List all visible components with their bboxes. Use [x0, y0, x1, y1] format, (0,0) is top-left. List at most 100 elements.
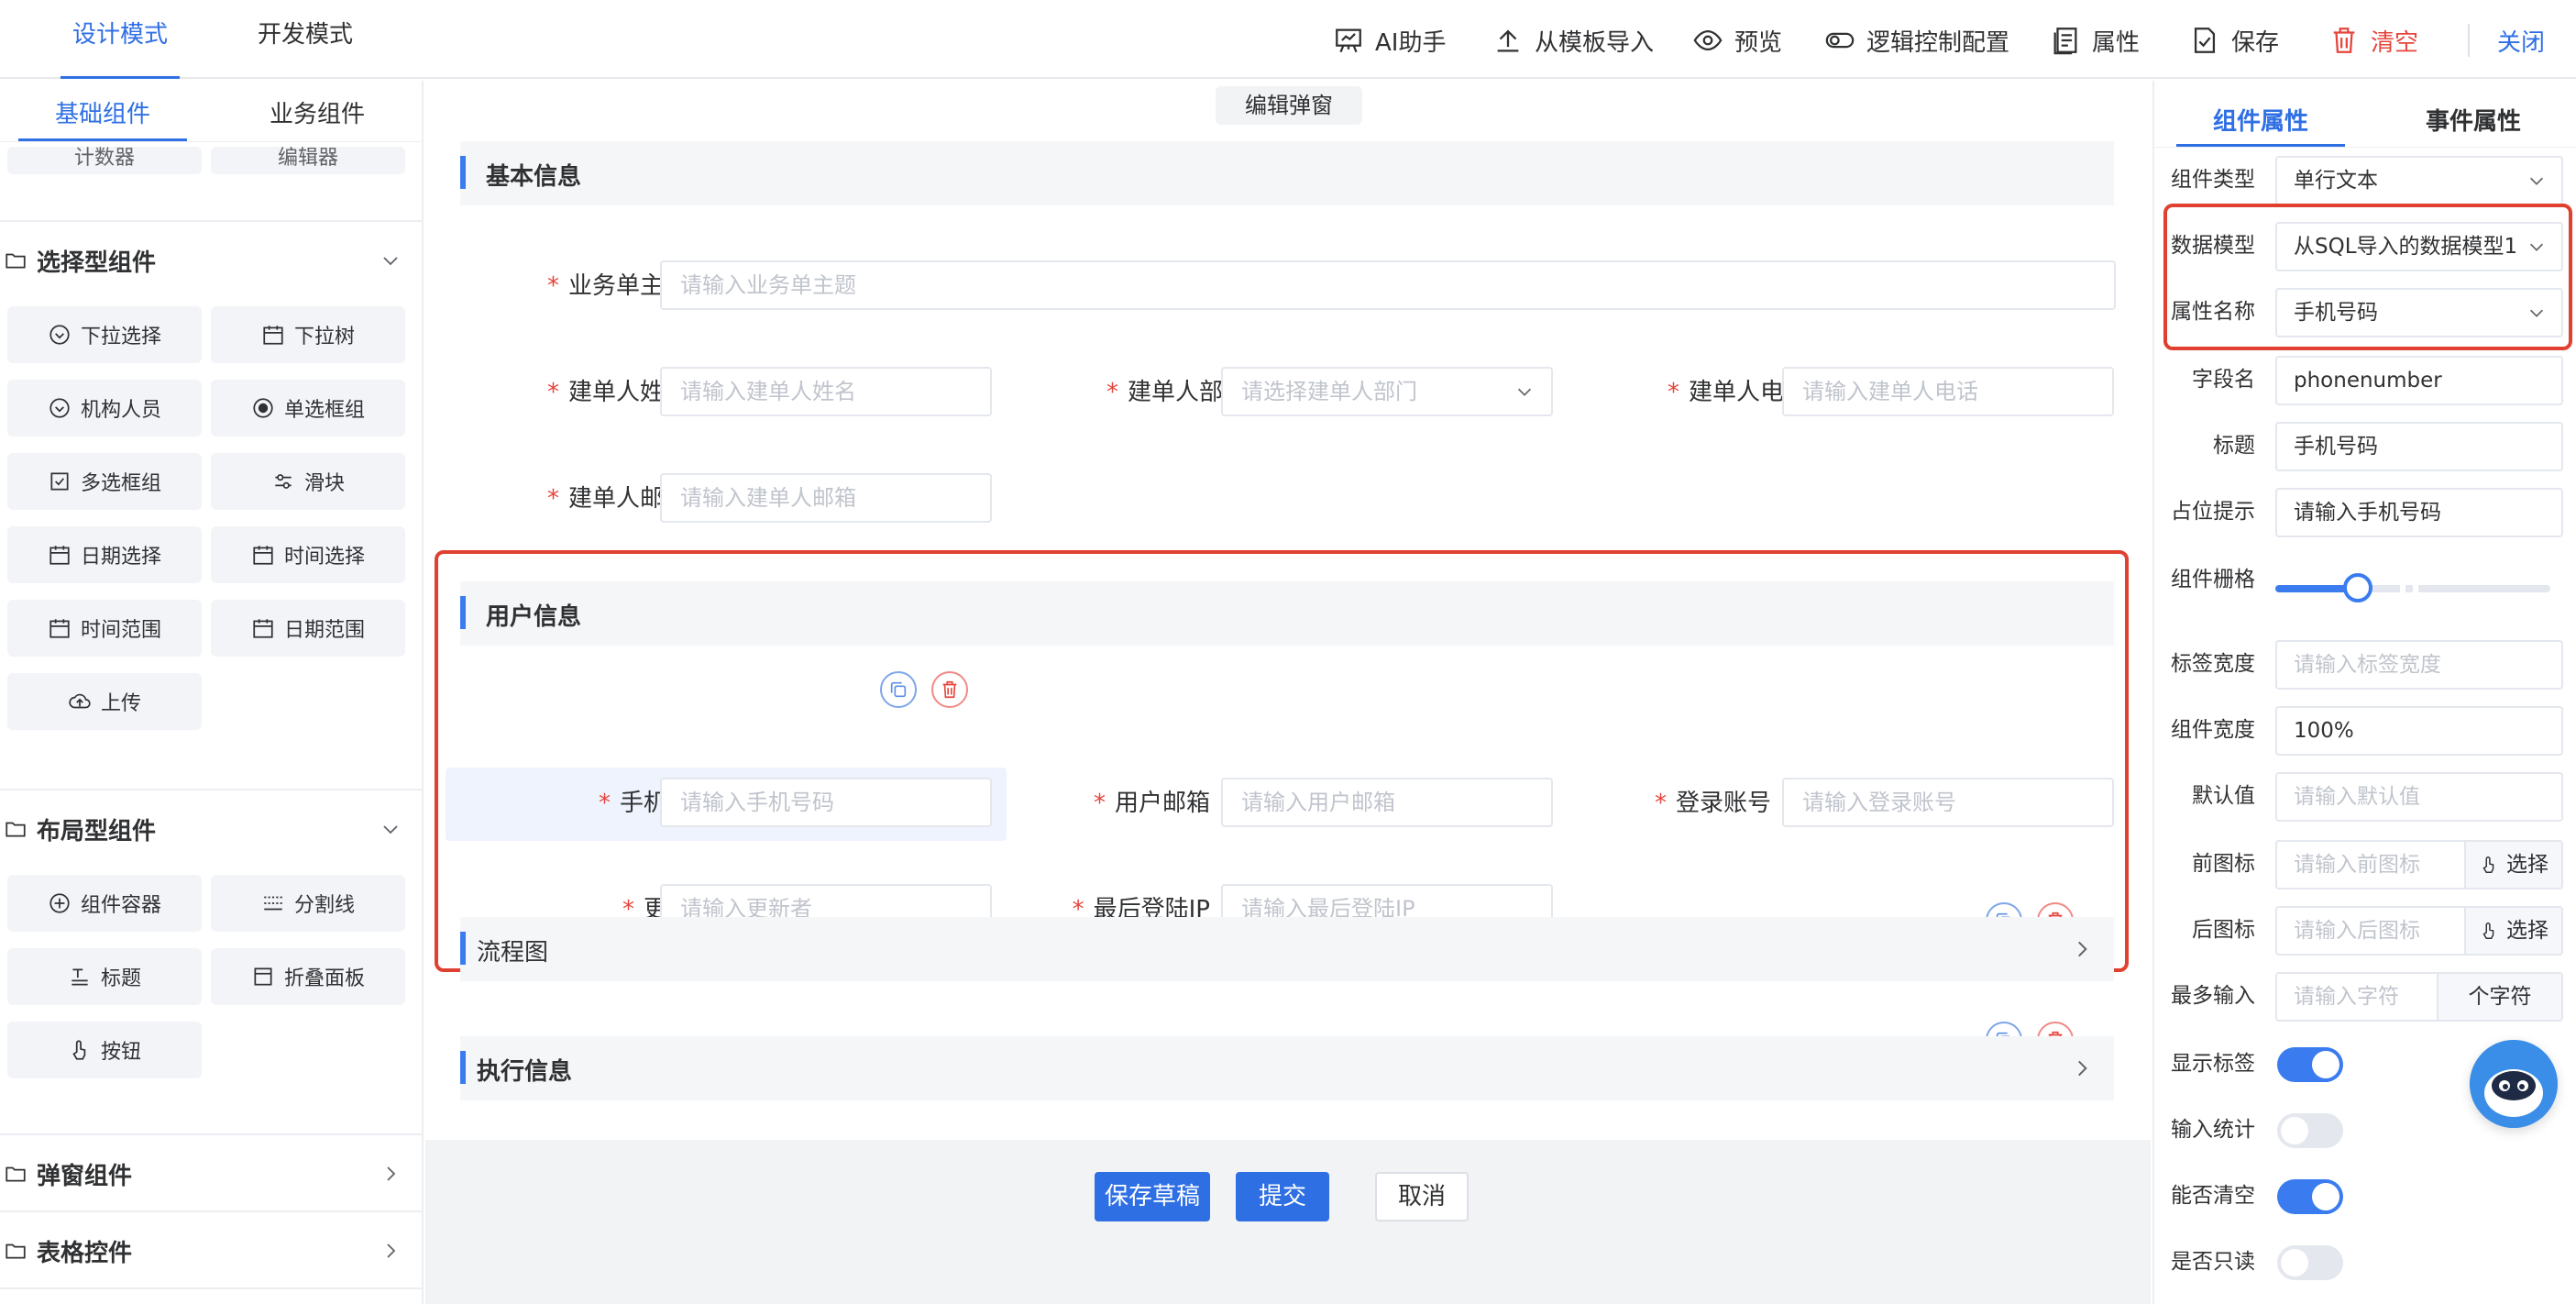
readonly-switch[interactable]	[2277, 1245, 2343, 1280]
group-table-controls[interactable]: 表格控件	[0, 1214, 422, 1287]
ai-assistant-button[interactable]: AI助手	[1333, 24, 1446, 57]
component-radio-group[interactable]: 单选框组	[211, 380, 405, 437]
chevron-circle-icon	[50, 398, 70, 418]
upload-icon	[1497, 29, 1519, 52]
folder-icon	[6, 1166, 26, 1182]
chevron-right-icon	[2078, 941, 2087, 957]
default-value-input[interactable]: 请输入默认值	[2275, 772, 2563, 822]
grid-slider[interactable]	[2275, 573, 2550, 602]
section-accent	[460, 156, 466, 189]
chevron-right-icon	[387, 1243, 396, 1258]
prop-label-prefix-icon: 前图标	[2192, 852, 2255, 876]
group-popup-components[interactable]: 弹窗组件	[0, 1137, 422, 1210]
attribute-name-select[interactable]: 手机号码	[2275, 288, 2563, 337]
prefix-icon-select-button[interactable]: 选择	[2466, 840, 2563, 890]
clearable-switch[interactable]	[2277, 1179, 2343, 1214]
login-account-input[interactable]	[1782, 778, 2114, 827]
component-org-person[interactable]: 机构人员	[7, 380, 202, 437]
subject-input[interactable]	[660, 260, 2116, 310]
tab-basic-components[interactable]: 基础组件	[18, 95, 187, 141]
suffix-icon-select-button[interactable]: 选择	[2466, 906, 2563, 956]
placeholder-input[interactable]: 请输入手机号码	[2275, 488, 2563, 537]
component-date-range[interactable]: 日期范围	[211, 600, 405, 657]
section-execution-info[interactable]: 执行信息	[460, 1036, 2114, 1100]
import-template-button[interactable]: 从模板导入	[1492, 24, 1654, 57]
cloud-upload-icon	[69, 693, 91, 709]
tab-component-props[interactable]: 组件属性	[2176, 103, 2345, 147]
component-width-input[interactable]: 100%	[2275, 706, 2563, 756]
toggle-icon	[1825, 32, 1855, 49]
copy-field-button[interactable]	[880, 671, 917, 708]
group-select-components[interactable]: 选择型组件	[0, 224, 422, 297]
divider-icon	[264, 896, 282, 911]
calendar-icon	[263, 326, 283, 345]
prop-label-field: 字段名	[2192, 368, 2255, 392]
component-container[interactable]: 组件容器	[7, 875, 202, 932]
component-dropdown-select[interactable]: 下拉选择	[7, 306, 202, 363]
component-button[interactable]: 按钮	[7, 1022, 202, 1078]
creator-phone-input[interactable]	[1782, 367, 2114, 416]
prefix-icon-input[interactable]: 请输入前图标	[2275, 840, 2466, 890]
submit-button[interactable]: 提交	[1236, 1172, 1329, 1221]
field-label-creator-name: * 建单人姓名	[546, 379, 688, 406]
max-input-field[interactable]: 请输入字符	[2275, 972, 2438, 1022]
component-type-select[interactable]: 单行文本	[2275, 156, 2563, 205]
suffix-icon-input[interactable]: 请输入后图标	[2275, 906, 2466, 956]
title-input[interactable]: 手机号码	[2275, 422, 2563, 471]
preview-button[interactable]: 预览	[1692, 24, 1782, 57]
field-label-creator-dept: * 建单人部门	[1106, 379, 1247, 406]
component-collapse[interactable]: 折叠面板	[211, 948, 405, 1005]
properties-button[interactable]: 属性	[2050, 24, 2140, 57]
chevron-down-icon	[2529, 177, 2544, 185]
component-checkbox-group[interactable]: 多选框组	[7, 453, 202, 510]
field-name-input[interactable]: phonenumber	[2275, 356, 2563, 405]
user-email-input[interactable]	[1221, 778, 1553, 827]
component-date-picker[interactable]: 日期选择	[7, 526, 202, 583]
dialog-footer	[425, 1140, 2151, 1304]
creator-email-input[interactable]	[660, 473, 992, 523]
prop-label-type: 组件类型	[2171, 168, 2255, 192]
creator-name-input[interactable]	[660, 367, 992, 416]
field-label-user-email: * 用户邮箱	[1093, 790, 1210, 817]
chevron-down-icon	[1517, 388, 1532, 396]
section-basic-info[interactable]: 基本信息	[460, 141, 2114, 205]
phone-input[interactable]	[660, 778, 992, 827]
robot-assistant-icon[interactable]	[2470, 1040, 2558, 1128]
close-button[interactable]: 关闭	[2497, 24, 2545, 57]
tab-dev-mode[interactable]: 开发模式	[246, 0, 365, 79]
tab-business-components[interactable]: 业务组件	[233, 95, 402, 136]
component-time-range[interactable]: 时间范围	[7, 600, 202, 657]
delete-field-button[interactable]	[931, 671, 968, 708]
section-user-info[interactable]: 用户信息	[460, 581, 2114, 646]
clear-button[interactable]: 清空	[2328, 24, 2418, 57]
section-flowchart[interactable]: 流程图	[460, 917, 2114, 981]
component-counter[interactable]: 计数器	[7, 147, 202, 174]
prop-label-placeholder: 占位提示	[2171, 500, 2255, 524]
label-width-input[interactable]: 请输入标签宽度	[2275, 640, 2563, 690]
component-slider[interactable]: 滑块	[211, 453, 405, 510]
creator-dept-select[interactable]: 请选择建单人部门	[1221, 367, 1553, 416]
slider-stop	[2413, 585, 2418, 592]
tab-design-mode[interactable]: 设计模式	[61, 0, 180, 79]
component-time-picker[interactable]: 时间选择	[211, 526, 405, 583]
calendar-icon	[50, 619, 70, 638]
cancel-button[interactable]: 取消	[1375, 1172, 1469, 1221]
component-dropdown-tree[interactable]: 下拉树	[211, 306, 405, 363]
component-title[interactable]: 标题	[7, 948, 202, 1005]
tab-event-props[interactable]: 事件属性	[2389, 103, 2558, 143]
prop-label-attr: 属性名称	[2171, 300, 2255, 324]
robot-face-icon	[2470, 1040, 2558, 1128]
component-upload[interactable]: 上传	[7, 673, 202, 730]
save-button[interactable]: 保存	[2189, 24, 2279, 57]
component-divider[interactable]: 分割线	[211, 875, 405, 932]
show-label-switch[interactable]	[2277, 1047, 2343, 1082]
component-editor[interactable]: 编辑器	[211, 147, 405, 174]
input-count-switch[interactable]	[2277, 1113, 2343, 1148]
group-layout-components[interactable]: 布局型组件	[0, 792, 422, 866]
save-draft-button[interactable]: 保存草稿	[1095, 1172, 1210, 1221]
logic-config-button[interactable]: 逻辑控制配置	[1824, 24, 2009, 57]
slider-thumb[interactable]	[2343, 573, 2372, 602]
chevron-down-icon	[2529, 243, 2544, 251]
sliders-icon	[275, 474, 292, 489]
data-model-select[interactable]: 从SQL导入的数据模型1	[2275, 222, 2563, 271]
